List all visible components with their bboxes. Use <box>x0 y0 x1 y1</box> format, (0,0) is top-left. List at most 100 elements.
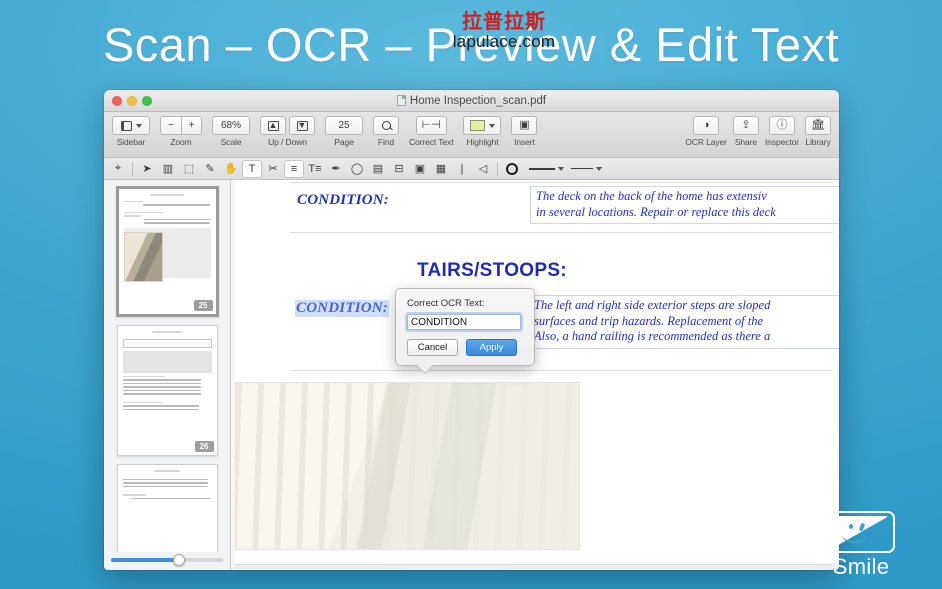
comment-tool[interactable]: ◯ <box>347 160 367 178</box>
paragraph-line: Also, a hand railing is recommended as t… <box>534 329 771 343</box>
text-insert-icon: T≡ <box>308 162 322 175</box>
paperclip-icon: ❘ <box>457 163 467 175</box>
insert-image-icon: ▣ <box>519 119 530 131</box>
stroke-width-picker[interactable] <box>529 166 564 171</box>
reflow-text-tool[interactable]: ≡ <box>284 159 304 178</box>
thumbnail-page-25[interactable]: 25 <box>115 186 219 317</box>
marquee-select-tool[interactable]: ⬚ <box>179 160 199 178</box>
stamp-tool[interactable]: ⊟ <box>389 160 409 178</box>
page-down-button[interactable]: ▼ <box>289 116 315 135</box>
toolbar-group-correct-text: ⊢⊣ Correct Text <box>409 116 454 147</box>
shape-circle-tool[interactable] <box>502 160 522 178</box>
note-tool[interactable]: ▤ <box>368 160 388 178</box>
ocr-text-input[interactable]: CONDITION <box>407 314 521 330</box>
highlight-button[interactable] <box>463 116 502 135</box>
arrow-down-icon: ▼ <box>297 120 307 130</box>
thumbnail-item[interactable]: 25 <box>115 186 219 317</box>
page-title: Scan – OCR – Preview & Edit Text <box>102 17 840 71</box>
slider-knob[interactable] <box>172 554 185 566</box>
toolbar-label-highlight: Highlight <box>466 137 499 147</box>
thumbnail-photo <box>123 231 163 282</box>
condition-label: CONDITION: <box>297 192 389 208</box>
form-field-tool[interactable]: ▦ <box>431 160 451 178</box>
speaker-icon: ◁ <box>478 163 488 175</box>
zoom-in-button[interactable]: + <box>181 116 202 135</box>
thumbnail-page-27[interactable] <box>116 464 218 552</box>
thumbnail-content <box>122 470 212 552</box>
inspector-button[interactable]: ⓘ <box>768 116 795 135</box>
toolbar-label-ocr-layer: OCR Layer <box>685 137 727 147</box>
toolbar-right-group: ◑ OCR Layer ⇪ Share ⓘ Inspector 🏛 Librar… <box>685 116 831 147</box>
image-icon: ▣ <box>414 163 426 175</box>
sidebar-toggle-button[interactable] <box>112 116 150 135</box>
image-insert-tool[interactable]: ▣ <box>410 160 430 178</box>
window-title: Home Inspection_scan.pdf <box>104 95 839 107</box>
highlight-pen-tool[interactable]: ✒ <box>326 160 346 178</box>
thumbnail-content <box>122 331 212 450</box>
ocr-layer-button[interactable]: ◑ <box>693 116 720 135</box>
condition-label-selected: CONDITION: <box>295 300 389 317</box>
thumbnail-zoom-slider[interactable] <box>104 552 230 570</box>
correct-ocr-tool[interactable]: T <box>242 159 262 178</box>
scale-value-field[interactable]: 68% <box>212 116 250 135</box>
toolbar-label-scale: Scale <box>220 137 242 147</box>
smile-mouth <box>842 527 868 543</box>
condition-paragraph-1[interactable]: The deck on the back of the home has ext… <box>530 186 839 224</box>
condition-paragraph-2[interactable]: The left and right side exterior steps a… <box>528 295 839 349</box>
thumbnail-page-26[interactable]: 26 <box>116 325 218 456</box>
thumbnail-item[interactable]: 26 <box>116 325 219 456</box>
apply-button[interactable]: Apply <box>466 339 517 356</box>
document-icon <box>396 95 406 106</box>
paragraph-line: The deck on the back of the home has ext… <box>536 189 767 203</box>
insert-button[interactable]: ▣ <box>511 116 538 135</box>
sound-tool[interactable]: ◁ <box>473 160 493 178</box>
text-select-icon: ⌖ <box>114 162 122 174</box>
pointer-tool[interactable]: ➤ <box>137 160 157 178</box>
chevron-down-icon <box>558 166 564 171</box>
window-titlebar: Home Inspection_scan.pdf <box>104 90 839 112</box>
slider-track[interactable] <box>111 554 223 566</box>
zoom-out-button[interactable]: − <box>160 116 181 135</box>
page-divider <box>290 370 833 371</box>
library-button[interactable]: 🏛 <box>805 116 831 135</box>
toolbar-group-page: 25 Page <box>325 116 363 147</box>
cancel-button[interactable]: Cancel <box>407 339 458 356</box>
thumbnail-item[interactable] <box>116 464 219 552</box>
highlight-color-swatch <box>469 120 485 131</box>
section-heading: TAIRS/STOOPS: <box>417 260 567 282</box>
ocr-popover-label: Correct OCR Text: <box>407 298 485 309</box>
condition-block-1[interactable]: CONDITION: <box>297 192 389 209</box>
window-title-text: Home Inspection_scan.pdf <box>409 94 547 107</box>
pencil-tool[interactable]: ✎ <box>200 160 220 178</box>
toolbar-label-page: Page <box>334 137 354 147</box>
correct-text-icon: ⊢⊣ <box>421 119 441 131</box>
page-up-button[interactable]: ▲ <box>260 116 286 135</box>
pdf-page-view[interactable]: CONDITION: The deck on the back of the h… <box>231 180 839 570</box>
text-select-tool[interactable]: ⌖ <box>108 160 128 178</box>
horizontal-scrollbar[interactable] <box>235 564 839 570</box>
correct-text-button[interactable]: ⊢⊣ <box>415 116 447 135</box>
form-field-icon: ▦ <box>435 163 447 175</box>
thumbnail-sidebar[interactable]: 25 26 <box>104 180 231 570</box>
share-button[interactable]: ⇪ <box>732 116 759 135</box>
pencil-icon: ✎ <box>205 163 215 175</box>
text-insert-tool[interactable]: T≡ <box>305 160 325 178</box>
border-style-picker[interactable] <box>571 166 602 171</box>
note-icon: ▤ <box>372 163 384 175</box>
toolbar-group-zoom: − + Zoom <box>160 116 202 147</box>
text-block-tool[interactable]: ▥ <box>158 160 178 178</box>
section-heading-text: TAIRS/STOOPS: <box>417 260 567 281</box>
cut-text-tool[interactable]: ✂ <box>263 160 283 178</box>
hand-tool[interactable]: ✋ <box>221 160 241 178</box>
find-button[interactable] <box>373 116 399 135</box>
page-number-field[interactable]: 25 <box>325 116 363 135</box>
attachment-tool[interactable]: ❘ <box>452 160 472 178</box>
paragraph-line: in several locations. Repair or replace … <box>536 204 776 219</box>
thumbnail-list: 25 26 <box>104 180 230 552</box>
condition-block-2[interactable]: CONDITION: <box>295 300 389 317</box>
toolbar-label-share: Share <box>734 137 758 147</box>
thick-line-icon <box>529 167 555 170</box>
chevron-down-icon <box>135 123 142 128</box>
slider-fill <box>111 558 176 562</box>
ocr-correction-popover[interactable]: Correct OCR Text: CONDITION Cancel Apply <box>395 288 535 366</box>
